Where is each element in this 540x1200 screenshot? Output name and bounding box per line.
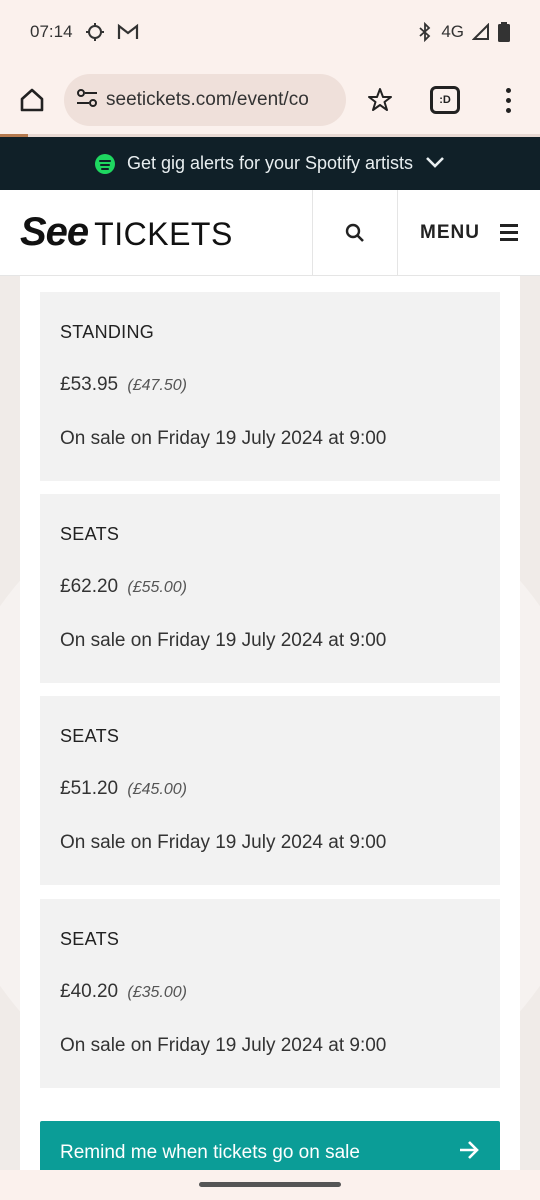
bookmark-button[interactable] <box>362 82 398 118</box>
gesture-navigation-bar <box>0 1170 540 1200</box>
network-label: 4G <box>441 22 464 41</box>
url-text: seetickets.com/event/co <box>106 89 309 110</box>
home-gesture-handle[interactable] <box>199 1182 341 1187</box>
main-menu-button[interactable]: MENU <box>398 190 540 275</box>
ticket-card: SEATS £40.20 (£35.00) On sale on Friday … <box>40 899 500 1088</box>
site-settings-icon[interactable] <box>76 88 98 112</box>
hamburger-icon <box>499 224 518 241</box>
menu-label: MENU <box>420 221 480 243</box>
gmail-icon <box>117 23 139 41</box>
ticket-sale-info: On sale on Friday 19 July 2024 at 9:00 <box>60 428 387 449</box>
ticket-sale-info: On sale on Friday 19 July 2024 at 9:00 <box>60 1035 387 1056</box>
ticket-price: £53.95 (£47.50) <box>60 374 187 395</box>
search-button[interactable] <box>312 190 398 276</box>
site-header: See TICKETS MENU <box>0 190 540 276</box>
browser-toolbar: seetickets.com/event/co :D <box>0 64 540 136</box>
ticket-sale-info: On sale on Friday 19 July 2024 at 9:00 <box>60 832 387 853</box>
ticket-base-price: (£55.00) <box>127 579 187 596</box>
ticket-base-price: (£45.00) <box>127 781 187 798</box>
ticket-price: £40.20 (£35.00) <box>60 981 187 1002</box>
ticket-card: SEATS £51.20 (£45.00) On sale on Friday … <box>40 696 500 885</box>
bluetooth-icon <box>417 22 433 42</box>
logo-see: See <box>20 210 89 254</box>
ticket-type: STANDING <box>60 322 155 342</box>
page-content: STANDING £53.95 (£47.50) On sale on Frid… <box>0 276 540 1170</box>
ticket-price: £51.20 (£45.00) <box>60 778 187 799</box>
ticket-base-price: (£47.50) <box>127 377 187 394</box>
chevron-down-icon <box>425 153 445 174</box>
search-icon <box>345 223 364 242</box>
remind-me-button[interactable]: Remind me when tickets go on sale <box>40 1121 500 1170</box>
ticket-type: SEATS <box>60 726 120 746</box>
home-icon <box>20 88 44 112</box>
see-tickets-logo[interactable]: See TICKETS <box>0 190 312 275</box>
spotify-icon <box>94 153 115 174</box>
tab-switcher-icon[interactable]: :D <box>430 86 460 114</box>
ticket-sale-info: On sale on Friday 19 July 2024 at 9:00 <box>60 630 387 651</box>
signal-icon <box>472 23 490 41</box>
battery-icon <box>498 22 510 42</box>
ticket-card: STANDING £53.95 (£47.50) On sale on Frid… <box>40 292 500 481</box>
arrow-right-icon <box>458 1140 480 1166</box>
status-time: 07:14 <box>30 22 73 41</box>
ticket-price: £62.20 (£55.00) <box>60 576 187 597</box>
ticket-card: SEATS £62.20 (£55.00) On sale on Friday … <box>40 494 500 683</box>
remind-button-label: Remind me when tickets go on sale <box>60 1142 360 1163</box>
ticket-panel: STANDING £53.95 (£47.50) On sale on Frid… <box>20 276 520 1170</box>
star-icon <box>368 88 392 111</box>
ticket-base-price: (£35.00) <box>127 984 187 1001</box>
overflow-menu-icon[interactable] <box>492 82 524 118</box>
ticket-type: SEATS <box>60 524 120 544</box>
address-bar[interactable]: seetickets.com/event/co <box>64 74 346 126</box>
logo-tickets: TICKETS <box>94 216 233 252</box>
spotify-banner-text: Get gig alerts for your Spotify artists <box>126 153 414 173</box>
spotify-alert-banner[interactable]: Get gig alerts for your Spotify artists <box>0 137 540 190</box>
home-button[interactable] <box>0 64 64 136</box>
ticket-type: SEATS <box>60 929 120 949</box>
status-bar: 07:14 4G <box>0 0 540 64</box>
location-icon <box>85 22 105 42</box>
